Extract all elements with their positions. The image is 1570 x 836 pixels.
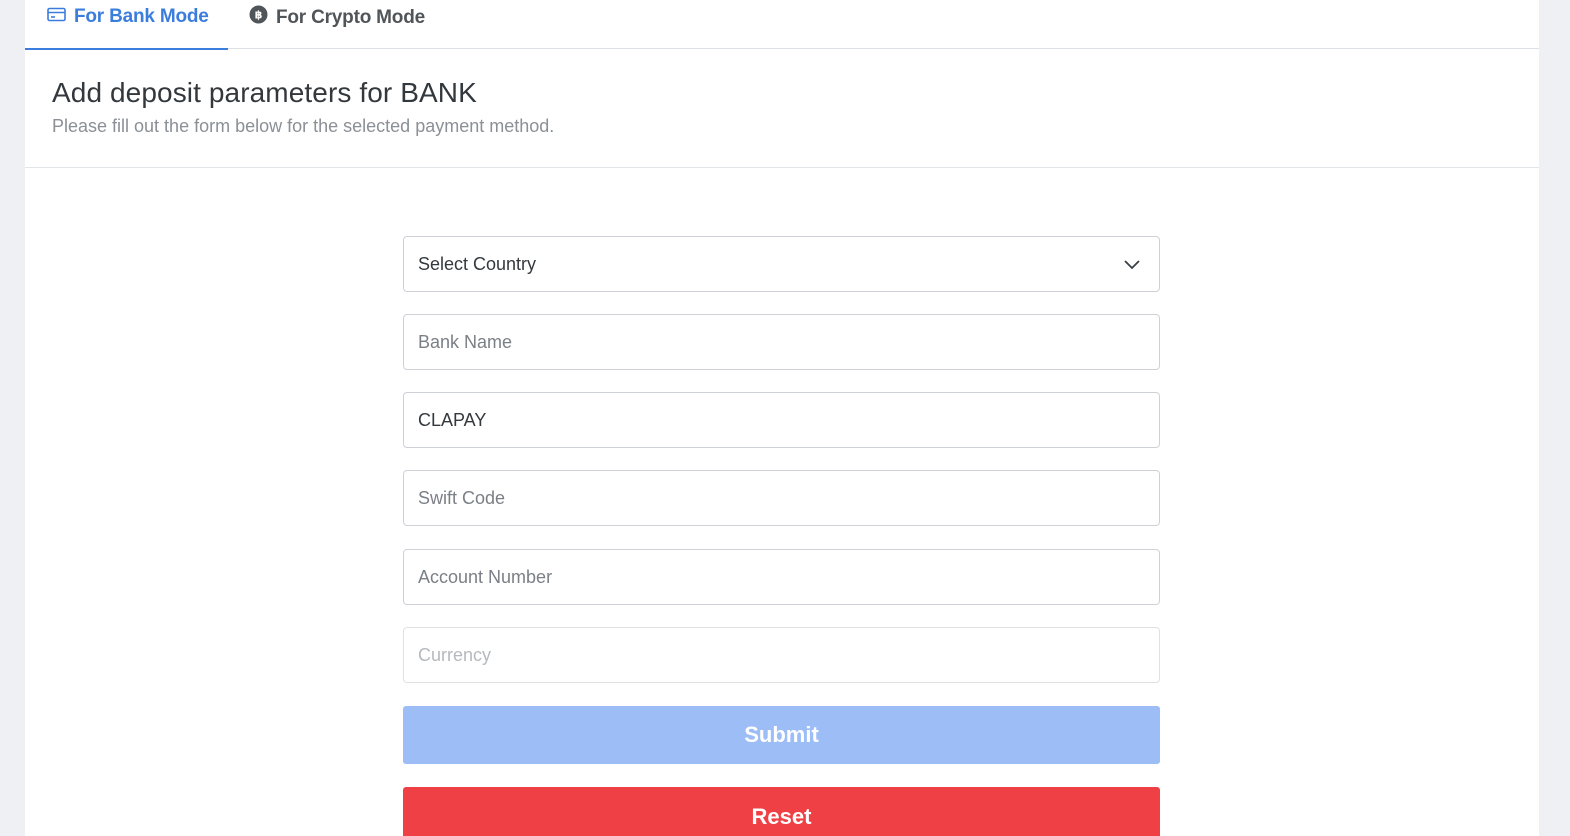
account-name-input[interactable] bbox=[403, 392, 1160, 448]
country-select-value: Select Country bbox=[418, 253, 537, 274]
mode-tabs: For Bank Mode ฿ For Crypto Mode bbox=[25, 0, 1539, 50]
page-title: Add deposit parameters for BANK bbox=[52, 77, 477, 108]
credit-card-icon bbox=[47, 6, 66, 28]
deposit-card: For Bank Mode ฿ For Crypto Mode Add depo… bbox=[25, 0, 1539, 836]
form-header: Add deposit parameters for BANK Please f… bbox=[25, 49, 1539, 168]
tab-crypto-mode-label: For Crypto Mode bbox=[276, 6, 425, 28]
account-number-input[interactable] bbox=[403, 549, 1160, 605]
bank-name-input[interactable] bbox=[403, 314, 1160, 370]
currency-input[interactable] bbox=[403, 627, 1160, 683]
bitcoin-icon: ฿ bbox=[249, 5, 268, 30]
reset-button[interactable]: Reset bbox=[403, 787, 1160, 836]
tab-bank-mode[interactable]: For Bank Mode bbox=[25, 0, 228, 50]
country-select[interactable]: Select Country bbox=[403, 236, 1160, 292]
swift-code-input[interactable] bbox=[403, 470, 1160, 526]
tab-bank-mode-label: For Bank Mode bbox=[74, 6, 209, 27]
submit-button[interactable]: Submit bbox=[403, 706, 1160, 764]
svg-text:฿: ฿ bbox=[255, 9, 263, 22]
page-subtitle: Please fill out the form below for the s… bbox=[52, 116, 555, 136]
tab-crypto-mode[interactable]: ฿ For Crypto Mode bbox=[249, 0, 449, 49]
chevron-down-icon bbox=[1124, 260, 1140, 270]
